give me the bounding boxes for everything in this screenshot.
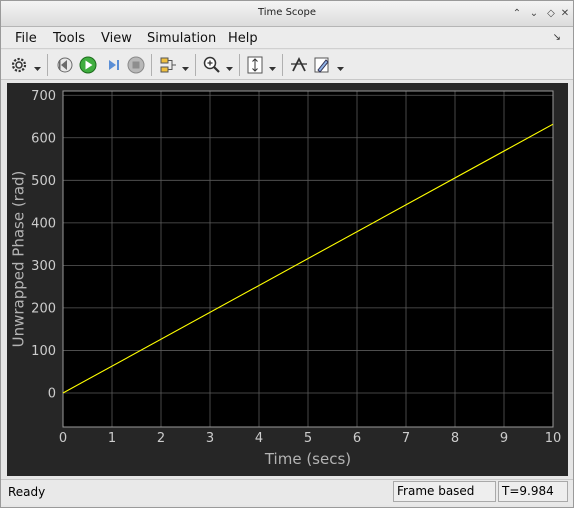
- y-tick-label: 300: [31, 259, 56, 274]
- menu-file[interactable]: File: [15, 31, 37, 46]
- menu-simulation[interactable]: Simulation: [147, 31, 216, 46]
- chevron-down-icon[interactable]: [269, 62, 276, 71]
- y-tick-label: 200: [31, 301, 56, 316]
- chevron-down-icon[interactable]: [337, 62, 344, 71]
- y-tick-label: 100: [31, 344, 56, 359]
- step-forward-icon[interactable]: [103, 55, 123, 75]
- toolbar-separator: [47, 54, 48, 76]
- menu-tools[interactable]: Tools: [53, 31, 85, 46]
- maximize-icon[interactable]: ◇: [545, 7, 557, 21]
- x-tick-label: 9: [500, 431, 508, 446]
- chevron-down-icon[interactable]: [182, 62, 189, 71]
- status-time-box: T=9.984: [498, 481, 568, 502]
- scale-axes-icon[interactable]: [245, 55, 265, 75]
- y-tick-label: 400: [31, 216, 56, 231]
- menu-bar: File Tools View Simulation Help ↘: [1, 27, 573, 49]
- toolbar-separator: [239, 54, 240, 76]
- y-tick-label: 0: [48, 386, 56, 401]
- y-tick-label: 700: [31, 89, 56, 104]
- title-bar: Time Scope ⌃ ⌄ ◇ ✕: [1, 1, 573, 27]
- x-tick-label: 8: [451, 431, 459, 446]
- shade-icon[interactable]: ⌃: [511, 7, 523, 21]
- y-tick-label: 500: [31, 174, 56, 189]
- cursor-measure-icon[interactable]: [289, 55, 309, 75]
- x-tick-label: 10: [545, 431, 562, 446]
- x-tick-label: 0: [59, 431, 67, 446]
- x-tick-label: 6: [353, 431, 361, 446]
- zoom-in-icon[interactable]: [202, 55, 222, 75]
- y-axis-label: Unwrapped Phase (rad): [10, 171, 28, 348]
- chevron-down-icon[interactable]: [34, 62, 41, 71]
- style-edit-icon[interactable]: [312, 55, 332, 75]
- time-scope-plot[interactable]: 0 1 2 3 4 5 6 7 8 9 100100200300400500600700Time (…: [7, 83, 568, 476]
- toolbar-separator: [195, 54, 196, 76]
- stop-icon[interactable]: [126, 55, 146, 75]
- minimize-icon[interactable]: ⌄: [528, 7, 540, 21]
- scope-axes-panel: 0 1 2 3 4 5 6 7 8 9 10 0 100 200 300 400 500 600 700 Time (…: [7, 83, 568, 476]
- status-ready-text: Ready: [8, 485, 46, 499]
- x-tick-label: 4: [255, 431, 263, 446]
- y-tick-label: 600: [31, 131, 56, 146]
- x-tick-label: 5: [304, 431, 312, 446]
- dock-arrow-icon[interactable]: ↘: [553, 32, 561, 43]
- time-scope-window: Time Scope ⌃ ⌄ ◇ ✕ File Tools View Simul…: [0, 0, 574, 508]
- gear-icon[interactable]: [9, 55, 29, 75]
- chevron-down-icon[interactable]: [226, 62, 233, 71]
- close-icon[interactable]: ✕: [559, 7, 571, 21]
- toolbar: [1, 50, 573, 80]
- status-mode-box: Frame based: [393, 481, 496, 502]
- x-tick-label: 7: [402, 431, 410, 446]
- x-axis-label: Time (secs): [264, 450, 351, 468]
- x-tick-label: 2: [157, 431, 165, 446]
- signal-select-icon[interactable]: [158, 55, 178, 75]
- toolbar-separator: [151, 54, 152, 76]
- window-title: Time Scope: [257, 7, 317, 18]
- x-tick-label: 3: [206, 431, 214, 446]
- menu-view[interactable]: View: [101, 31, 132, 46]
- status-bar: Ready Frame based T=9.984: [1, 479, 573, 505]
- toolbar-separator: [282, 54, 283, 76]
- run-icon[interactable]: [78, 55, 98, 75]
- x-tick-label: 1: [108, 431, 116, 446]
- step-back-icon[interactable]: [55, 55, 75, 75]
- menu-help[interactable]: Help: [228, 31, 258, 46]
